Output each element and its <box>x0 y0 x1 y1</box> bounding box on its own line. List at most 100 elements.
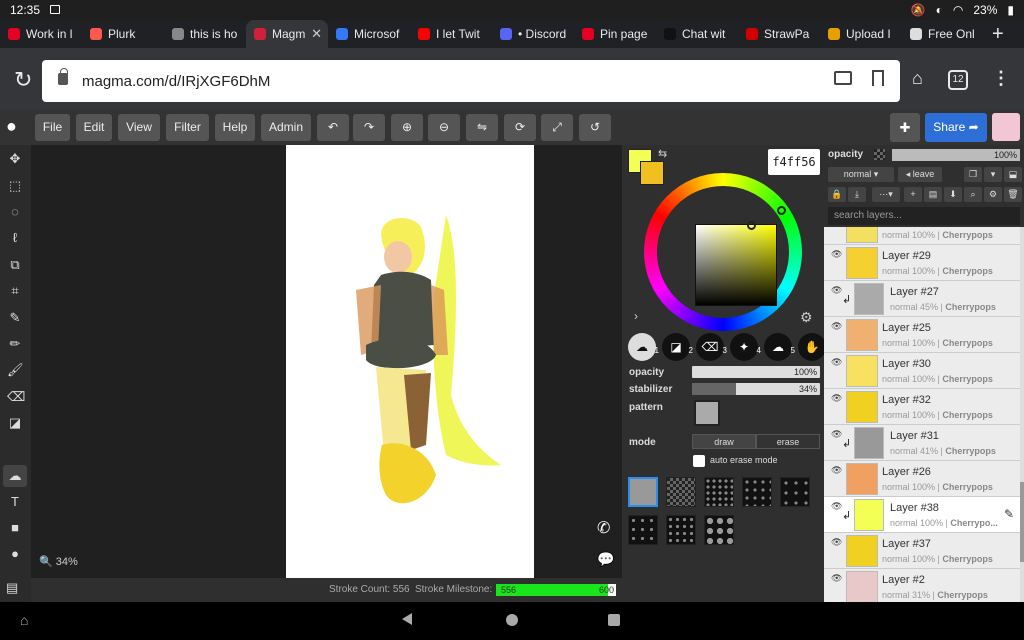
magma-logo-icon[interactable]: ● <box>6 116 28 138</box>
pattern-checker[interactable] <box>666 477 696 507</box>
pattern-dots-large[interactable] <box>704 477 734 507</box>
layer-row[interactable]: 👁 ↲ Layer #27 normal 45% | Cherrypops <box>824 281 1020 317</box>
flip-icon[interactable]: ⇋ <box>466 114 498 141</box>
bookmark-icon[interactable] <box>872 70 884 86</box>
visibility-eye-icon[interactable]: 👁 <box>831 501 842 512</box>
transform-icon[interactable]: ⧉ <box>7 257 23 273</box>
visibility-eye-icon[interactable]: 👁 <box>831 285 842 296</box>
pencil-icon[interactable]: ✏ <box>7 336 23 352</box>
expand-arrow-icon[interactable]: › <box>634 309 638 323</box>
layer-row[interactable]: 👁 ↲ Layer #38 normal 100% | Cherrypo... ✎ <box>824 497 1020 533</box>
home-icon[interactable]: ⌂ <box>912 68 923 89</box>
browser-menu-icon[interactable]: ⋮ <box>992 68 1010 89</box>
search-icon[interactable]: ⌕ <box>964 187 982 202</box>
layer-row[interactable]: 👁 Layer #32 normal 100% | Cherrypops <box>824 389 1020 425</box>
move-down-icon[interactable]: ⬇ <box>944 187 962 202</box>
menu-edit[interactable]: Edit <box>76 114 112 141</box>
menu-filter[interactable]: Filter <box>166 114 209 141</box>
url-text[interactable]: magma.com/d/IRjXGF6DhM <box>82 73 270 90</box>
lasso-icon[interactable]: ℓ <box>7 230 23 246</box>
call-icon[interactable]: ✆ <box>597 518 610 538</box>
visibility-eye-icon[interactable]: 👁 <box>831 249 842 260</box>
new-folder-icon[interactable]: ▤ <box>924 187 942 202</box>
color-hex-input[interactable]: f4ff56 <box>768 149 820 175</box>
pattern-dots-sparse[interactable] <box>780 477 810 507</box>
reset-view-icon[interactable]: ↺ <box>579 114 611 141</box>
pattern-dots-fine[interactable] <box>628 515 658 545</box>
rectangle-tool-icon[interactable]: ■ <box>7 520 23 536</box>
zoom-out-icon[interactable]: ⊖ <box>428 114 460 141</box>
share-button[interactable]: Share ➦ <box>925 113 987 142</box>
redo-icon[interactable]: ↷ <box>353 114 385 141</box>
settings-icon[interactable]: ⚙ <box>984 187 1002 202</box>
brush-slot-3[interactable]: ⌫ 3 <box>696 333 727 361</box>
layer-row[interactable]: 👁 Layer #26 normal 100% | Cherrypops <box>824 461 1020 497</box>
gear-icon[interactable]: ⚙ <box>800 309 813 326</box>
menu-help[interactable]: Help <box>215 114 255 141</box>
secondary-color-swatch[interactable] <box>640 161 664 185</box>
layer-row[interactable]: 👁 Layer #37 normal 100% | Cherrypops <box>824 533 1020 569</box>
layer-row[interactable]: 👁 Layer #29 normal 100% | Cherrypops <box>824 245 1020 281</box>
eraser-icon[interactable]: ⌫ <box>7 389 25 405</box>
layer-row[interactable]: 👁 Layer #25 normal 100% | Cherrypops <box>824 317 1020 353</box>
menu-view[interactable]: View <box>118 114 160 141</box>
merge-icon[interactable]: ⬓ <box>1004 167 1022 182</box>
browser-tab[interactable]: Upload I <box>820 20 902 48</box>
browser-tab[interactable]: Chat wit <box>656 20 738 48</box>
stabilizer-slider[interactable]: 34% <box>692 383 820 395</box>
tab-count-button[interactable]: 12 <box>948 70 968 90</box>
visibility-eye-icon[interactable]: 👁 <box>831 393 842 404</box>
layer-menu-icon[interactable]: ▾ <box>984 167 1002 182</box>
fullscreen-icon[interactable]: ⤢ <box>541 114 573 141</box>
brush-slot-4[interactable]: ✦ 4 <box>730 333 761 361</box>
new-tab-icon[interactable]: + <box>992 23 1004 46</box>
rect-select-icon[interactable]: ⬚ <box>7 178 23 194</box>
text-tool-icon[interactable]: T <box>7 494 23 510</box>
lock-layer-icon[interactable]: 🔒 <box>828 187 846 202</box>
eyedropper-icon[interactable]: ✎ <box>7 310 23 326</box>
search-layers-input[interactable]: search layers... <box>828 207 1020 225</box>
crop-icon[interactable]: ⌗ <box>7 283 23 299</box>
visibility-eye-icon[interactable]: 👁 <box>831 357 842 368</box>
pattern-dots-medium[interactable] <box>742 477 772 507</box>
back-icon[interactable] <box>402 613 412 625</box>
address-bar[interactable]: magma.com/d/IRjXGF6DhM <box>42 60 900 102</box>
visibility-eye-icon[interactable]: 👁 <box>831 465 842 476</box>
cast-icon[interactable] <box>834 71 852 85</box>
ellipse-tool-icon[interactable]: ● <box>7 546 23 562</box>
browser-tab[interactable]: I let Twit <box>410 20 492 48</box>
pattern-circles[interactable] <box>704 515 734 545</box>
drawing-canvas[interactable] <box>286 145 534 578</box>
browser-tab[interactable]: Magm ✕ <box>246 20 328 48</box>
pattern-stars[interactable] <box>666 515 696 545</box>
visibility-eye-icon[interactable]: 👁 <box>831 537 842 548</box>
rotate-icon[interactable]: ⟳ <box>504 114 536 141</box>
home-button-icon[interactable] <box>506 614 518 626</box>
brush-slot-6[interactable]: ✋6 <box>798 333 829 361</box>
timeline-icon[interactable]: ▤ <box>6 580 18 596</box>
user-avatar[interactable] <box>992 113 1020 141</box>
transparency-lock-icon[interactable] <box>874 149 885 160</box>
reload-icon[interactable]: ↻ <box>14 67 32 93</box>
brush-icon[interactable]: 🖌 <box>7 362 24 378</box>
layer-scrollbar[interactable] <box>1020 227 1024 602</box>
trash-icon[interactable]: 🗑 <box>1004 187 1022 202</box>
visibility-eye-icon[interactable]: 👁 <box>831 429 842 440</box>
brush-opacity-slider[interactable]: 100% <box>692 366 820 378</box>
zoom-in-icon[interactable]: ⊕ <box>391 114 423 141</box>
browser-tab[interactable]: Microsof <box>328 20 410 48</box>
menu-admin[interactable]: Admin <box>261 114 311 141</box>
tools-icon[interactable]: ⌂ <box>20 612 28 628</box>
browser-tab[interactable]: this is ho <box>164 20 246 48</box>
recents-icon[interactable] <box>608 614 620 626</box>
brush-slot-5[interactable]: ☁ 5 <box>764 333 795 361</box>
duplicate-layer-icon[interactable]: ❐ <box>964 167 982 182</box>
swap-colors-icon[interactable]: ⇆ <box>658 147 667 160</box>
more-options-icon[interactable]: ⋯▾ <box>872 187 900 202</box>
mode-erase-button[interactable]: erase <box>756 434 820 449</box>
browser-tab[interactable]: Pin page <box>574 20 656 48</box>
pattern-solid[interactable] <box>628 477 658 507</box>
close-tab-icon[interactable]: ✕ <box>311 26 322 42</box>
auto-erase-checkbox[interactable] <box>693 455 705 467</box>
move-tool-icon[interactable]: ✥ <box>7 151 23 167</box>
